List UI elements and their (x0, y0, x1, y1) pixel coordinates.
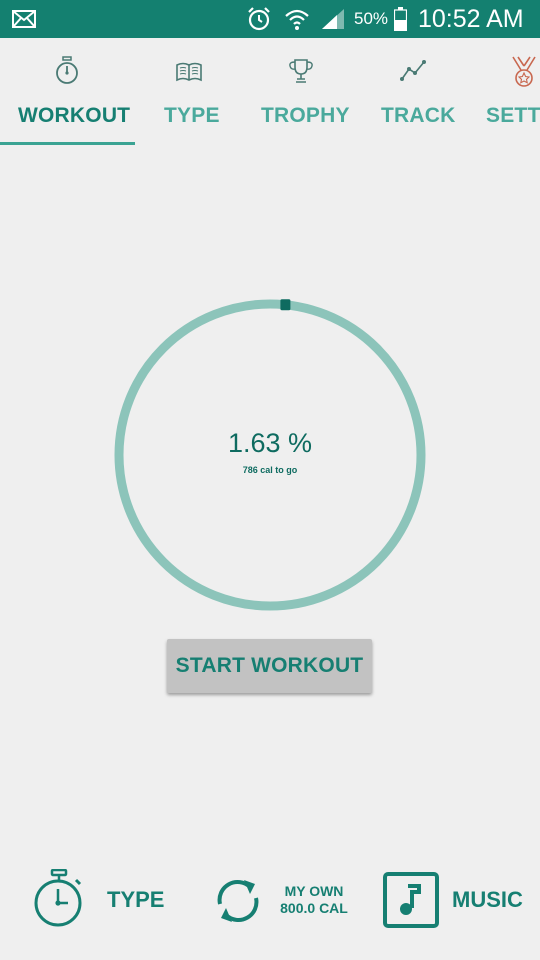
battery-icon (394, 0, 407, 38)
status-bar: 50% 10:52 AM (0, 0, 540, 38)
music-button-label[interactable]: MUSIC (452, 887, 523, 913)
bottom-bar: TYPE MY OWN 800.0 CAL MUSIC (0, 860, 540, 940)
calories-remaining: 786 cal to go (242, 465, 298, 475)
type-button-label[interactable]: TYPE (107, 887, 164, 913)
progress-percent: 1.63 % (227, 428, 313, 458)
book-icon (175, 56, 203, 86)
line-graph-icon (399, 56, 427, 86)
clock: 10:52 AM (418, 4, 524, 33)
progress-ring: 1.63 % 786 cal to go (112, 297, 428, 613)
stopwatch-icon[interactable] (32, 868, 86, 934)
trophy-icon (287, 56, 315, 86)
tab-label-workout: WORKOUT (18, 104, 131, 127)
tab-workout[interactable]: WORKOUT (0, 38, 135, 146)
tab-label-settings: SETTI (486, 104, 540, 127)
start-workout-button[interactable]: START WORKOUT (167, 639, 372, 693)
tab-trophy[interactable]: TROPHY (245, 38, 360, 146)
my-own-label: MY OWN (284, 883, 344, 899)
music-icon[interactable] (383, 872, 439, 933)
my-own-calories[interactable]: MY OWN 800.0 CAL (272, 883, 356, 917)
tab-bar: WORKOUT TYPE TROPHY TRACK SETT (0, 38, 540, 146)
tab-label-trophy: TROPHY (261, 104, 350, 127)
wifi-icon (284, 0, 310, 38)
progress-marker (280, 299, 291, 311)
alarm-icon (246, 0, 272, 38)
signal-icon (320, 0, 346, 38)
active-tab-indicator (0, 142, 135, 145)
medal-icon (510, 56, 538, 87)
tab-label-type: TYPE (164, 104, 220, 127)
stopwatch-icon (53, 56, 81, 86)
calorie-goal-value: 800.0 CAL (280, 900, 348, 916)
tab-track[interactable]: TRACK (360, 38, 470, 146)
tab-type[interactable]: TYPE (135, 38, 245, 146)
battery-percent: 50% (354, 9, 389, 28)
mail-icon (12, 0, 36, 38)
refresh-icon[interactable] (210, 873, 266, 934)
tab-settings[interactable]: SETTI (470, 38, 540, 146)
tab-label-track: TRACK (381, 104, 456, 127)
